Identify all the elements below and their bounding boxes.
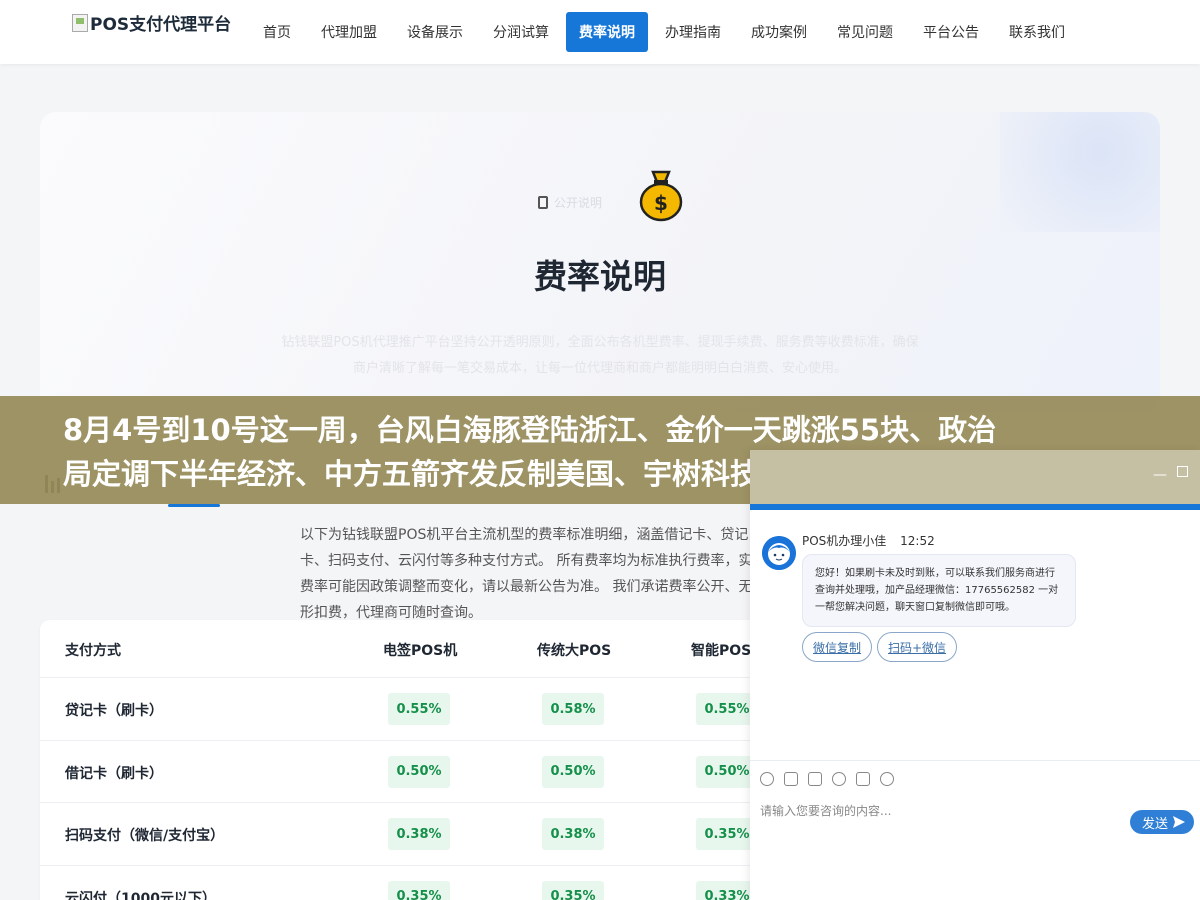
wechat-icon[interactable] [880,771,894,786]
agent-name: POS机办理小佳 [802,534,887,548]
col-header-traditional-pos: 传统大POS [537,643,612,659]
emoji-icon[interactable] [760,771,774,786]
nav-item-guide[interactable]: 办理指南 [652,12,734,52]
table-header-row: 支付方式 电签POS机 传统大POS 智能POS [40,620,800,678]
chat-toolbar [750,760,1200,796]
agent-avatar [762,536,796,570]
rate-badge: 0.38% [388,818,450,850]
rate-badge: 0.50% [696,755,758,788]
message-time: 12:52 [900,534,935,548]
table-row: 借记卡（刷卡） 0.50% 0.50% 0.50% [40,741,800,803]
agent-meta: POS机办理小佳 12:52 [802,532,935,549]
nav-item-cases[interactable]: 成功案例 [738,12,820,52]
chat-widget: — POS机办理小佳 12:52 您好！如果刷卡未及时到账，可以联系我们服务商进… [750,450,1200,900]
row-payment-method: 借记卡（刷卡） [65,765,163,782]
rate-badge: 0.50% [388,755,450,788]
col-header-e-sign-pos: 电签POS机 [383,643,458,659]
chat-message-bubble: 您好！如果刷卡未及时到账，可以联系我们服务商进行查询并处理哦，加产品经理微信：1… [802,554,1076,627]
rate-badge: 0.38% [542,818,604,850]
chat-input[interactable]: 请输入您要咨询的内容... [760,802,891,819]
row-payment-method: 贷记卡（刷卡） [65,703,163,719]
voice-icon[interactable] [856,771,870,786]
rate-badge: 0.33% [696,880,758,900]
nav-item-contact[interactable]: 联系我们 [996,12,1078,52]
copy-wechat-button[interactable]: 微信复制 [802,632,873,662]
send-label: 发送 [1142,816,1169,832]
image-icon[interactable] [784,771,798,786]
rate-table: 支付方式 电签POS机 传统大POS 智能POS 贷记卡（刷卡） 0.55% 0… [40,620,800,900]
top-navbar: POS支付代理平台 首页 代理加盟 设备展示 分润试算 费率说明 办理指南 成功… [0,0,1200,64]
money-bag-icon: $ [639,170,683,222]
clipboard-icon [538,195,548,209]
rating-icon[interactable] [832,771,846,786]
send-button[interactable]: 发送 [1130,810,1195,834]
nav-item-faq[interactable]: 常见问题 [824,12,906,52]
screenshot-icon[interactable] [808,771,822,786]
nav-item-profit-calc[interactable]: 分润试算 [480,12,562,52]
maximize-icon[interactable] [1177,466,1188,477]
main-nav: 首页 代理加盟 设备展示 分润试算 费率说明 办理指南 成功案例 常见问题 平台… [250,12,1082,52]
rate-badge: 0.50% [542,755,604,788]
rate-badge: 0.35% [542,880,604,900]
svg-text:$: $ [654,191,668,215]
hero-badge: 公开说明 [520,190,620,214]
table-row: 贷记卡（刷卡） 0.55% 0.58% 0.55% [40,678,800,741]
rate-badge: 0.35% [388,880,450,900]
hero-description: 钻钱联盟POS机代理推广平台坚持公开透明原则，全面公布各机型费率、提现手续费、服… [281,335,919,376]
row-payment-method: 扫码支付（微信/支付宝） [65,828,225,844]
logo-text: POS支付代理平台 [90,15,232,35]
chat-header: — [750,450,1200,504]
col-header-payment-method: 支付方式 [65,643,121,659]
chat-accent-bar [750,504,1200,510]
rate-badge: 0.55% [696,693,758,725]
nav-item-devices[interactable]: 设备展示 [394,12,476,52]
row-payment-method: 云闪付（1000元以下） [65,890,216,900]
nav-item-rates[interactable]: 费率说明 [566,12,648,52]
minimize-icon[interactable]: — [1153,468,1167,482]
nav-item-announcements[interactable]: 平台公告 [910,12,992,52]
section-title-underline [168,504,220,507]
hero-card: 公开说明 $ 费率说明 钻钱联盟POS机代理推广平台坚持公开透明原则，全面公布各… [40,112,1160,412]
rate-badge: 0.58% [542,693,604,725]
page-title: 费率说明 [534,257,666,296]
hero-badge-label: 公开说明 [554,195,603,210]
nav-item-agent-join[interactable]: 代理加盟 [308,12,390,52]
scan-wechat-button[interactable]: 扫码+微信 [877,632,958,662]
site-logo[interactable]: POS支付代理平台 [72,10,231,35]
headline-line-1: 8月4号到10号这一周，台风白海豚登陆浙江、金价一天跳涨55块、政治 [63,413,997,447]
rate-badge: 0.55% [388,693,450,725]
rates-intro-text: 以下为钻钱联盟POS机平台主流机型的费率标准明细，涵盖借记卡、贷记卡、扫码支付、… [300,527,767,621]
rate-badge: 0.35% [696,818,758,850]
table-row: 云闪付（1000元以下） 0.35% 0.35% 0.33% [40,866,800,900]
col-header-smart-pos: 智能POS [691,643,752,659]
table-row: 扫码支付（微信/支付宝） 0.38% 0.38% 0.35% [40,803,800,866]
send-arrow-icon [1173,816,1186,828]
nav-item-home[interactable]: 首页 [250,12,304,52]
broken-image-icon [72,13,88,32]
